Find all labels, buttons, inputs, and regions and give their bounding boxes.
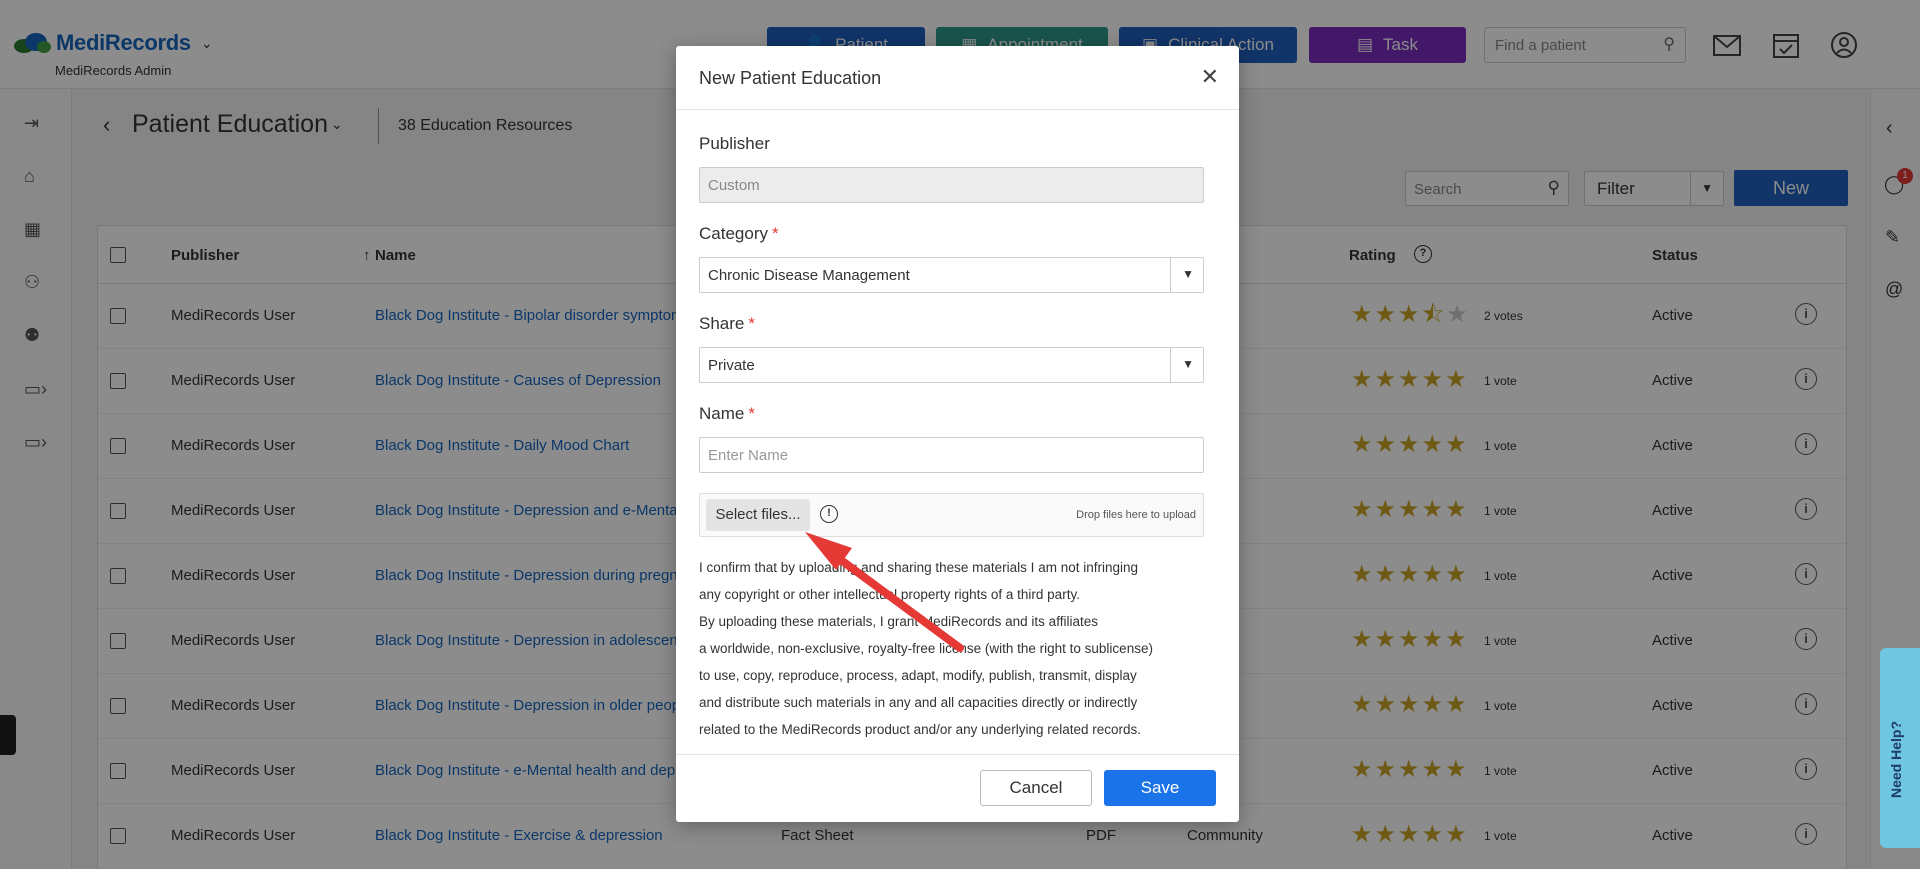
disclaimer-line: to use, copy, reproduce, process, adapt,… [699,668,1137,683]
divider [1170,348,1171,382]
publisher-label: Publisher [699,134,770,154]
need-help-label: Need Help? [1888,720,1904,798]
required-marker: * [748,404,755,423]
dialog-header: New Patient Education ✕ [676,46,1239,110]
need-help-tab[interactable]: Need Help? [1880,648,1920,848]
disclaimer-line: By uploading these materials, I grant Me… [699,614,1098,629]
dialog-title: New Patient Education [699,68,882,88]
required-marker: * [771,224,779,243]
drop-hint: Drop files here to upload [1076,509,1196,521]
cancel-button[interactable]: Cancel [980,770,1092,806]
dialog-footer: Cancel Save [676,754,1239,822]
share-label-text: Share [699,314,745,333]
divider [1170,258,1171,292]
name-input[interactable]: Enter Name [699,437,1204,473]
share-select[interactable]: Private ▼ [699,347,1204,383]
chevron-down-icon: ▼ [1182,267,1194,281]
save-button[interactable]: Save [1104,770,1216,806]
disclaimer-line: I confirm that by uploading and sharing … [699,560,1138,575]
share-label: Share * [699,314,755,334]
chevron-down-icon: ▼ [1182,357,1194,371]
name-label: Name * [699,404,755,424]
category-label-text: Category [699,224,768,243]
close-icon[interactable]: ✕ [1201,64,1219,90]
category-label: Category * [699,224,779,244]
name-label-text: Name [699,404,745,423]
disclaimer-line: a worldwide, non-exclusive, royalty-free… [699,641,1153,656]
info-icon[interactable]: ! [820,505,838,523]
category-select[interactable]: Chronic Disease Management ▼ [699,257,1204,293]
share-value: Private [708,357,755,374]
publisher-field: Custom [699,167,1204,203]
publisher-label-text: Publisher [699,134,770,153]
required-marker: * [748,314,755,333]
file-upload-zone[interactable]: Select files... ! Drop files here to upl… [699,493,1204,537]
disclaimer-line: and distribute such materials in any and… [699,695,1138,710]
disclaimer-line: any copyright or other intellectual prop… [699,587,1080,602]
new-patient-education-dialog: New Patient Education ✕ Publisher Custom… [676,46,1239,822]
select-files-button[interactable]: Select files... [706,499,810,531]
disclaimer-line: related to the MediRecords product and/o… [699,722,1141,737]
category-value: Chronic Disease Management [708,267,910,284]
disclaimer-text: I confirm that by uploading and sharing … [699,554,1209,743]
